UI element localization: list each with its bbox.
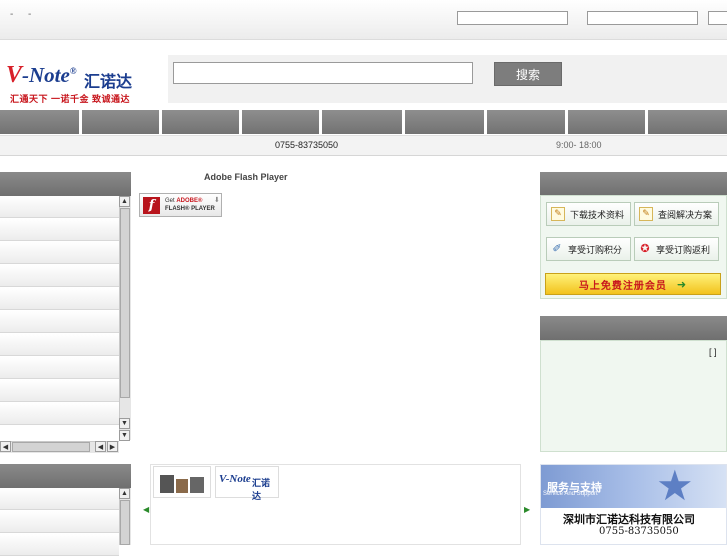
scroll-up-icon[interactable]: ▲: [119, 196, 130, 207]
nav-item-4[interactable]: [242, 110, 319, 134]
solutions-button[interactable]: ✎ 查阅解决方案: [634, 202, 719, 226]
flash-title: Adobe Flash Player: [204, 172, 288, 182]
list-item[interactable]: [0, 311, 119, 333]
nav-item-8[interactable]: [568, 110, 645, 134]
business-hours: 9:00- 18:00: [556, 140, 602, 150]
hotline-number: 0755-83735050: [275, 140, 339, 150]
order-rebate-button[interactable]: ✪ 享受订购返利: [634, 237, 719, 261]
h-scroll-thumb[interactable]: [12, 442, 90, 452]
right-panel-header: [540, 172, 727, 196]
download-docs-button[interactable]: ✎ 下载技术资料: [546, 202, 631, 226]
company-name: 深圳市汇诺达科技有限公司: [563, 513, 695, 526]
left-panel-2-header: [0, 464, 131, 488]
nav-item-6[interactable]: [405, 110, 484, 134]
order-points-button[interactable]: ✐ 享受订购积分: [546, 237, 631, 261]
extra-input[interactable]: [708, 11, 727, 25]
right-panel-2: [540, 340, 727, 452]
partner-logo-1[interactable]: [153, 466, 211, 498]
top-link-2[interactable]: -: [28, 9, 31, 20]
list-item[interactable]: [0, 242, 119, 264]
pen-icon: ✐: [552, 242, 562, 255]
scroll-down-icon[interactable]: ▼: [119, 430, 130, 441]
logo-slogan: 汇通天下 一诺千金 致诚通达: [10, 94, 131, 104]
register-member-button[interactable]: 马上免费注册会员 ➜: [545, 273, 721, 295]
get-flash-player-button[interactable]: f Get ADOBE® FLASH® PLAYER ⬇: [139, 193, 222, 217]
scroll-left-icon[interactable]: ◀: [95, 441, 106, 452]
strip-left-arrow-icon[interactable]: ◀: [143, 505, 149, 514]
strip-right-arrow-icon[interactable]: ▶: [524, 505, 530, 514]
logo-brand: V-Note®: [6, 62, 77, 88]
scroll-thumb[interactable]: [120, 208, 130, 398]
search-button[interactable]: 搜索: [494, 62, 562, 86]
list-item[interactable]: [0, 380, 119, 402]
list-item[interactable]: [0, 334, 119, 356]
flash-badge-line1: Get ADOBE®: [165, 198, 203, 204]
list-item[interactable]: [0, 488, 119, 510]
list-item[interactable]: [0, 219, 119, 241]
nav-item-5[interactable]: [322, 110, 402, 134]
document-pencil-icon: ✎: [551, 207, 565, 221]
list-item[interactable]: [0, 357, 119, 379]
flash-icon: f: [143, 197, 160, 214]
list-item[interactable]: [0, 265, 119, 287]
download-icon: ⬇: [214, 197, 220, 204]
document-pencil-icon: ✎: [639, 207, 653, 221]
logo-cn-name: 汇诺达: [84, 74, 133, 91]
nav-item-3[interactable]: [162, 110, 239, 134]
scroll-up-icon[interactable]: ▲: [119, 488, 130, 499]
right-panel-2-header: [540, 316, 727, 340]
arrow-icon: ➜: [676, 277, 688, 291]
scroll-thumb-2[interactable]: [120, 500, 130, 545]
partner-logo-2[interactable]: V-Note 汇诺达: [215, 466, 279, 501]
info-bar: [0, 135, 727, 156]
nav-item-7[interactable]: [487, 110, 565, 134]
star-icon: ★: [656, 464, 694, 509]
password-input[interactable]: [587, 11, 698, 25]
more-link[interactable]: [ ]: [709, 347, 717, 357]
logo[interactable]: V-Note® 汇诺达 汇通天下 一诺千金 致诚通达: [6, 62, 166, 106]
scroll-down-icon[interactable]: ▼: [119, 418, 130, 429]
medal-icon: ✪: [640, 242, 650, 255]
service-support-box[interactable]: ★ 服务与支持 Service And Support 深圳市汇诺达科技有限公司…: [540, 464, 727, 545]
scroll-left-icon[interactable]: ◀: [0, 441, 11, 452]
list-item[interactable]: [0, 403, 119, 425]
list-item[interactable]: [0, 288, 119, 310]
nav-item-1[interactable]: [0, 110, 79, 134]
top-link-1[interactable]: -: [10, 9, 13, 20]
nav-item-2[interactable]: [82, 110, 159, 134]
list-item[interactable]: [0, 196, 119, 218]
flash-badge-line2: FLASH® PLAYER: [165, 206, 215, 212]
scroll-right-icon[interactable]: ▶: [107, 441, 118, 452]
username-input[interactable]: [457, 11, 568, 25]
service-subtitle: Service And Support: [543, 491, 598, 497]
list-item[interactable]: [0, 511, 119, 533]
left-panel-header: [0, 172, 131, 196]
search-input[interactable]: [173, 62, 473, 84]
nav-item-9[interactable]: [648, 110, 727, 134]
service-phone: 0755-83735050: [599, 526, 679, 537]
list-item[interactable]: [0, 534, 119, 556]
